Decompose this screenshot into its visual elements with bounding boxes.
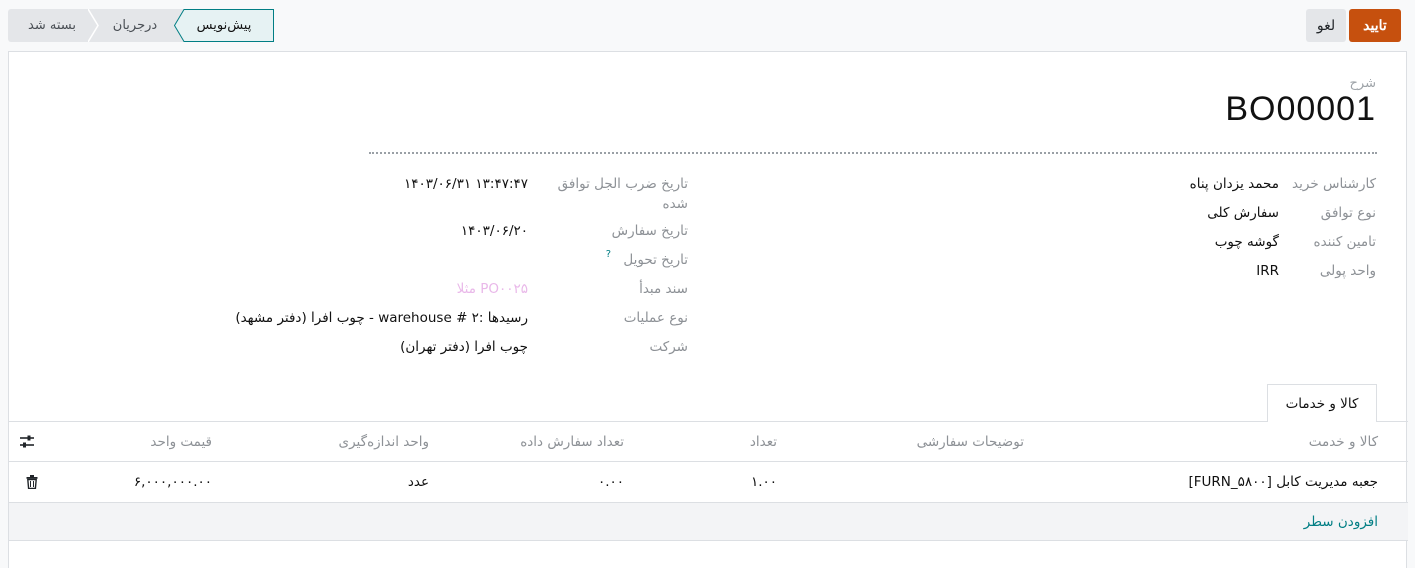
control-panel: تایید لغو بسته شد درجریان پیش‌نویس xyxy=(0,0,1415,50)
buyer-field[interactable]: محمد یزدان پناه xyxy=(1190,176,1279,192)
table-header: کالا و خدمت توضیحات سفارشی تعداد تعداد س… xyxy=(9,422,1408,462)
stage-draft[interactable]: پیش‌نویس xyxy=(174,9,274,42)
stage-closed[interactable]: بسته شد xyxy=(8,9,96,42)
order-date-field[interactable]: ۱۴۰۳/۰۶/۲۰ xyxy=(461,223,528,239)
currency-label: واحد پولی xyxy=(1319,263,1376,279)
tab-products[interactable]: کالا و خدمات xyxy=(1267,384,1377,422)
sliders-icon[interactable] xyxy=(19,434,35,450)
trash-icon[interactable] xyxy=(26,475,38,489)
source-document-input[interactable]: مثلا PO۰۰۲۵ xyxy=(457,281,528,297)
operation-type-label: نوع عملیات xyxy=(623,310,688,326)
add-line-row: افزودن سطر xyxy=(9,503,1408,541)
cancel-button[interactable]: لغو xyxy=(1306,9,1346,42)
title-underline xyxy=(369,152,1377,154)
company-label: شرکت xyxy=(649,339,688,355)
column-uom[interactable]: واحد اندازه‌گیری xyxy=(339,434,429,450)
vendor-label: تامین کننده xyxy=(1313,234,1376,250)
operation-type-field[interactable]: چوب افرا (دفتر مشهد) - warehouse # ۲: رس… xyxy=(235,310,528,326)
deadline-label: تاریخ ضرب الجل توافق xyxy=(557,176,688,192)
column-ordered-quantity[interactable]: تعداد سفارش داده xyxy=(520,434,624,450)
source-document-label: سند مبدأ xyxy=(639,281,688,297)
column-product[interactable]: کالا و خدمت xyxy=(1309,434,1378,450)
deadline-label-line2: شده xyxy=(662,196,688,212)
column-unit-price[interactable]: قیمت واحد xyxy=(150,434,212,450)
delivery-date-label: تاریخ تحویل xyxy=(623,252,688,268)
table-row[interactable]: [FURN_۵۸۰۰] جعبه مدیریت کابل ۱.۰۰ ۰.۰۰ ع… xyxy=(9,462,1408,503)
title-label: شرح xyxy=(1349,76,1376,91)
agreement-type-field[interactable]: سفارش کلی xyxy=(1207,205,1279,221)
vendor-field[interactable]: گوشه چوب xyxy=(1215,234,1279,250)
page-title: BO00001 xyxy=(1225,90,1376,128)
row-quantity[interactable]: ۱.۰۰ xyxy=(751,474,777,490)
add-line-link[interactable]: افزودن سطر xyxy=(1304,514,1378,530)
stage-in-progress[interactable]: درجریان xyxy=(96,9,174,42)
confirm-button[interactable]: تایید xyxy=(1349,9,1401,42)
row-product[interactable]: [FURN_۵۸۰۰] جعبه مدیریت کابل xyxy=(1188,474,1378,490)
help-tooltip-icon[interactable]: ? xyxy=(606,249,611,260)
buyer-label: کارشناس خرید xyxy=(1292,176,1376,192)
deadline-field[interactable]: ۱۴۰۳/۰۶/۳۱ ۱۳:۴۷:۴۷ xyxy=(404,176,528,192)
row-ordered-quantity: ۰.۰۰ xyxy=(597,474,624,490)
company-field[interactable]: چوب افرا (دفتر تهران) xyxy=(400,339,528,355)
agreement-type-label: نوع توافق xyxy=(1320,205,1376,221)
order-date-label: تاریخ سفارش xyxy=(611,223,688,239)
column-description[interactable]: توضیحات سفارشی xyxy=(917,434,1024,450)
row-unit-price[interactable]: ۶,۰۰۰,۰۰۰.۰۰ xyxy=(134,474,212,490)
currency-field[interactable]: IRR xyxy=(1256,263,1279,279)
column-quantity[interactable]: تعداد xyxy=(750,434,777,450)
row-uom[interactable]: عدد xyxy=(408,474,429,490)
status-bar: بسته شد درجریان پیش‌نویس xyxy=(8,9,274,42)
form-sheet: شرح BO00001 کارشناس خرید محمد یزدان پناه… xyxy=(8,51,1408,568)
